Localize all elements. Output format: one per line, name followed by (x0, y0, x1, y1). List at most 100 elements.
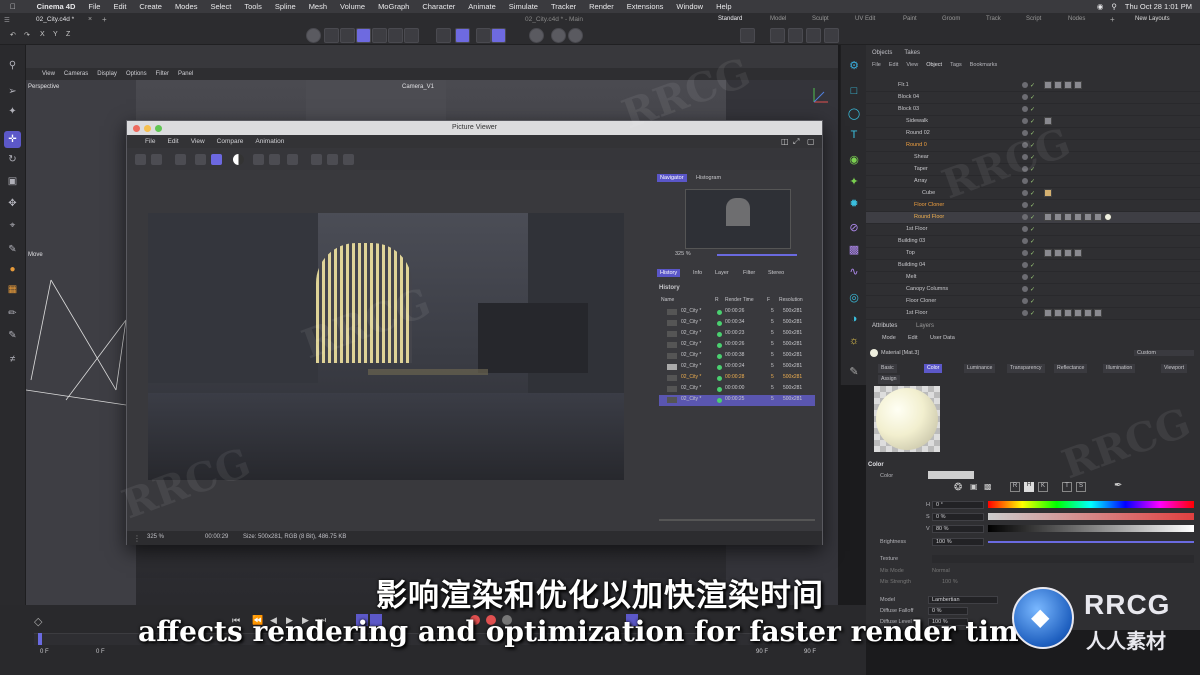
layout-track[interactable]: Track (986, 16, 1001, 22)
tab-stereo[interactable]: Stereo (765, 269, 787, 277)
obj-menu-tags[interactable]: Tags (950, 62, 962, 72)
mode-r-button[interactable]: R (1010, 482, 1020, 492)
visibility-dot[interactable] (1022, 262, 1028, 269)
h-field[interactable]: 0 ° (932, 501, 984, 509)
region-active-icon[interactable] (211, 154, 222, 165)
pv-menu-view[interactable]: View (191, 138, 205, 145)
tag-icon[interactable] (1074, 81, 1082, 90)
menu-file[interactable]: File (88, 2, 100, 11)
grid-btn[interactable] (476, 28, 491, 43)
tag-icon[interactable] (1064, 81, 1072, 90)
cube-icon[interactable]: □ (846, 83, 862, 99)
tag-icon[interactable] (1064, 249, 1072, 258)
open-icon[interactable] (135, 154, 146, 165)
layout-standard[interactable]: Standard (718, 16, 742, 22)
mat-tab-reflectance[interactable]: Reflectance (1054, 364, 1088, 373)
search-icon[interactable]: ⚲ (4, 57, 21, 74)
texture-slot[interactable] (932, 555, 1194, 563)
generator-icon[interactable]: ◉ (846, 151, 862, 167)
render-btn-3[interactable] (788, 28, 803, 43)
tag-icon[interactable] (1044, 81, 1052, 90)
compare-a-icon[interactable] (253, 154, 264, 165)
axis-y[interactable]: Y (53, 31, 58, 38)
redo-icon[interactable]: ↷ (24, 31, 30, 39)
obj-menu-edit[interactable]: Edit (889, 62, 898, 72)
brush-icon[interactable]: ✏ (4, 305, 21, 322)
mat-tab-viewport[interactable]: Viewport (1161, 364, 1188, 373)
tab-attributes[interactable]: Attributes (872, 323, 897, 329)
add-tab-icon[interactable]: + (102, 15, 107, 24)
tab-info[interactable]: Info (690, 269, 705, 277)
toolbar-btn-1[interactable] (306, 28, 321, 43)
menu-spline[interactable]: Spline (275, 2, 296, 11)
axis-z[interactable]: Z (66, 31, 70, 38)
live-select-icon[interactable]: ✦ (4, 103, 21, 120)
menu-extensions[interactable]: Extensions (627, 2, 664, 11)
tag-icon[interactable] (1044, 213, 1052, 222)
col-render-time[interactable]: Render Time (725, 297, 754, 303)
mograph-icon[interactable]: ✦ (846, 173, 862, 189)
camera-icon[interactable]: ◑ (846, 311, 862, 327)
pv-menu-compare[interactable]: Compare (217, 138, 244, 145)
check-icon[interactable]: ✓ (1030, 238, 1035, 245)
object-row[interactable]: Round Floor ✓ (866, 212, 1200, 224)
mat-tab-illumination[interactable]: Illumination (1103, 364, 1136, 373)
visibility-dot[interactable] (1022, 202, 1028, 209)
wifi-icon[interactable]: ◉ (1097, 2, 1104, 11)
visibility-dot[interactable] (1022, 298, 1028, 305)
menu-character[interactable]: Character (422, 2, 455, 11)
search-icon[interactable]: ⚲ (1111, 2, 1117, 11)
mat-tab-transparency[interactable]: Transparency (1007, 364, 1045, 373)
pv-menu-edit[interactable]: Edit (167, 138, 178, 145)
saturation-slider[interactable] (988, 513, 1194, 520)
menu-mograph[interactable]: MoGraph (378, 2, 409, 11)
history-row[interactable]: 02_City * 00:00:24 5 500x281 (659, 362, 815, 373)
eyedropper-icon[interactable]: ✒ (1114, 480, 1122, 491)
environment-icon[interactable]: ◎ (846, 289, 862, 305)
check-icon[interactable]: ✓ (1030, 226, 1035, 233)
obj-menu-bookmarks[interactable]: Bookmarks (970, 62, 998, 72)
check-icon[interactable]: ✓ (1030, 214, 1035, 221)
layout-sculpt[interactable]: Sculpt (812, 16, 829, 22)
attr-menu-user-data[interactable]: User Data (930, 335, 955, 341)
history-row[interactable]: 02_City * 00:00:28 5 500x281 (659, 373, 815, 384)
detach-icon[interactable]: ▢ (807, 137, 815, 146)
history-row[interactable]: 02_City * 00:00:38 5 500x281 (659, 351, 815, 362)
tag-icon[interactable] (1064, 213, 1072, 222)
tag-icon[interactable] (1094, 309, 1102, 318)
pv-menu-file[interactable]: File (145, 138, 155, 145)
layout-nodes[interactable]: Nodes (1068, 16, 1085, 22)
visibility-dot[interactable] (1022, 214, 1028, 221)
coords-icon[interactable]: ⌖ (4, 217, 21, 234)
col-resolution[interactable]: Resolution (779, 297, 803, 303)
tab-layer[interactable]: Layer (712, 269, 732, 277)
menu-tools[interactable]: Tools (244, 2, 262, 11)
check-icon[interactable]: ✓ (1030, 298, 1035, 305)
pv-menu-animation[interactable]: Animation (255, 138, 284, 145)
select-icon[interactable]: ➢ (4, 83, 21, 100)
tab-objects[interactable]: Objects (872, 50, 892, 60)
zoom-slider[interactable] (717, 254, 797, 256)
tag-icon[interactable] (1074, 309, 1082, 318)
tag-icon[interactable] (1094, 213, 1102, 222)
attr-menu-edit[interactable]: Edit (908, 335, 917, 341)
tag-icon[interactable] (1084, 213, 1092, 222)
tab-takes[interactable]: Takes (904, 50, 920, 60)
zoom-stepper-icon[interactable]: ⋮ (133, 534, 141, 543)
add-layout-icon[interactable]: + (1110, 15, 1115, 24)
visibility-dot[interactable] (1022, 238, 1028, 245)
object-row[interactable]: Floor Cloner ✓ (866, 296, 1200, 308)
custom-dropdown[interactable]: Custom (1134, 350, 1194, 356)
axis-x[interactable]: X (40, 31, 45, 38)
layout-script[interactable]: Script (1026, 16, 1041, 22)
check-icon[interactable]: ✓ (1030, 82, 1035, 89)
object-row[interactable]: Block 03 ✓ (866, 104, 1200, 116)
attr-menu-mode[interactable]: Mode (882, 335, 896, 341)
tab-layers[interactable]: Layers (916, 323, 934, 329)
check-icon[interactable]: ✓ (1030, 250, 1035, 257)
menu-tracker[interactable]: Tracker (551, 2, 576, 11)
transform-icon[interactable]: ✥ (4, 195, 21, 212)
visibility-dot[interactable] (1022, 106, 1028, 113)
visibility-dot[interactable] (1022, 226, 1028, 233)
object-row[interactable]: Building 04 ✓ (866, 260, 1200, 272)
